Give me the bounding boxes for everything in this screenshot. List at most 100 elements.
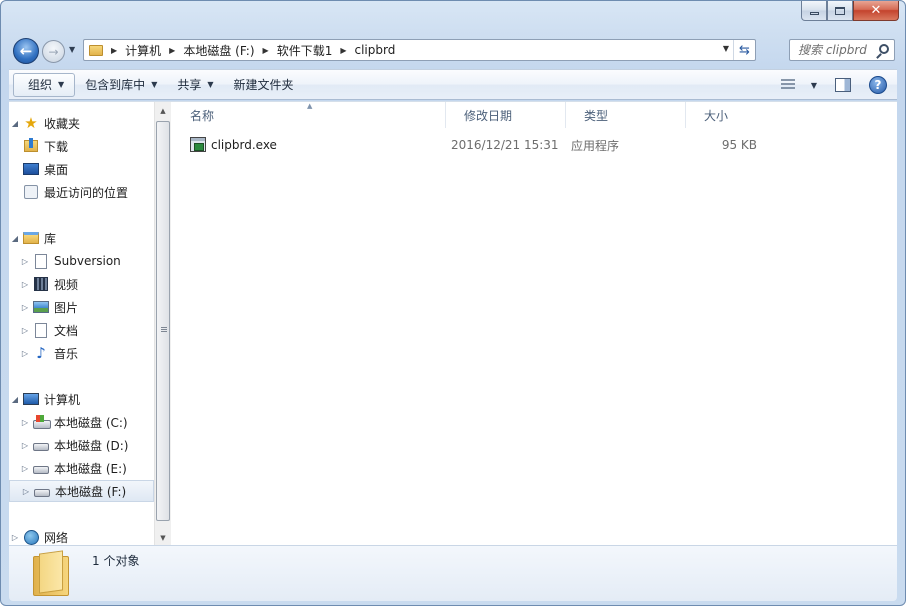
organize-button[interactable]: 组织 ▼: [13, 72, 76, 97]
expanded-triangle-icon[interactable]: ◢: [9, 234, 21, 243]
collapsed-triangle-icon[interactable]: ▷: [19, 280, 31, 289]
video-icon: [34, 277, 48, 291]
nav-drive-f[interactable]: ▷ 本地磁盘 (F:): [9, 480, 154, 502]
collapsed-triangle-icon[interactable]: ▷: [19, 303, 31, 312]
details-pane: 1 个对象: [9, 545, 897, 601]
command-bar: 组织 ▼ 包含到库中 ▼ 共享 ▼ 新建文件夹 ▼ ?: [9, 69, 897, 100]
application-icon: [190, 137, 206, 152]
view-details-icon[interactable]: [780, 79, 795, 91]
nav-desktop[interactable]: 桌面: [9, 158, 154, 180]
arrow-left-icon: ←: [19, 42, 33, 60]
expanded-triangle-icon[interactable]: ◢: [9, 395, 21, 404]
back-button[interactable]: ←: [13, 38, 39, 64]
recent-places-icon: [24, 185, 38, 199]
breadcrumb-computer[interactable]: 计算机: [125, 42, 161, 59]
nav-label: 本地磁盘 (F:): [55, 484, 127, 499]
hard-drive-icon: [33, 443, 49, 451]
arrow-right-icon: →: [48, 44, 59, 59]
search-box[interactable]: [789, 39, 895, 61]
collapsed-triangle-icon[interactable]: ▷: [19, 441, 31, 450]
nav-documents[interactable]: ▷ 文档: [9, 319, 154, 341]
file-row[interactable]: clipbrd.exe 2016/12/21 15:31 应用程序 95 KB: [172, 134, 762, 156]
navigation-bar: ← → ▼ ▶ 计算机 ▶ 本地磁盘 (F:) ▶ 软件下载1 ▶ clipbr…: [9, 35, 897, 67]
address-dropdown-icon[interactable]: ▼: [723, 44, 729, 53]
chevron-down-icon: ▼: [207, 80, 214, 89]
nav-computer[interactable]: ◢ 计算机: [9, 388, 154, 410]
nav-label: 视频: [54, 277, 79, 292]
breadcrumb-chevron-icon[interactable]: ▶: [263, 46, 269, 55]
nav-pictures[interactable]: ▷ 图片: [9, 296, 154, 318]
nav-drive-c[interactable]: ▷ 本地磁盘 (C:): [9, 411, 154, 433]
breadcrumb-drive-f[interactable]: 本地磁盘 (F:): [183, 42, 254, 59]
breadcrumb-downloads1[interactable]: 软件下载1: [277, 42, 333, 59]
share-button[interactable]: 共享 ▼: [167, 73, 223, 97]
scrollbar-thumb[interactable]: [156, 121, 170, 521]
maximize-button[interactable]: [827, 1, 853, 21]
minimize-button[interactable]: [801, 1, 827, 21]
refresh-button[interactable]: ⇆: [733, 40, 755, 60]
column-header-size[interactable]: 大小: [686, 102, 766, 128]
breadcrumb-chevron-icon[interactable]: ▶: [340, 46, 346, 55]
address-bar[interactable]: ▶ 计算机 ▶ 本地磁盘 (F:) ▶ 软件下载1 ▶ clipbrd ▼ ⇆: [83, 39, 756, 61]
nav-drive-e[interactable]: ▷ 本地磁盘 (E:): [9, 457, 154, 479]
collapsed-triangle-icon[interactable]: ▷: [19, 257, 31, 266]
breadcrumb-clipbrd[interactable]: clipbrd: [354, 43, 395, 57]
library-icon: [23, 232, 39, 244]
nav-label: 计算机: [44, 392, 81, 407]
document-library-icon: [35, 253, 47, 269]
close-button[interactable]: ✕: [853, 1, 899, 21]
column-label: 名称: [190, 108, 215, 123]
folder-icon: [33, 552, 69, 596]
file-type: 应用程序: [571, 138, 620, 153]
share-label: 共享: [177, 78, 202, 92]
nav-downloads[interactable]: 下载: [9, 135, 154, 157]
view-controls: ▼ ?: [780, 73, 887, 97]
nav-network[interactable]: ▷ 网络: [9, 526, 154, 546]
column-header-type[interactable]: 类型: [566, 102, 686, 128]
nav-recent-places[interactable]: 最近访问的位置: [9, 181, 154, 203]
scroll-up-icon[interactable]: ▲: [155, 102, 171, 119]
maximize-icon: [835, 6, 845, 15]
nav-videos[interactable]: ▷ 视频: [9, 273, 154, 295]
column-header-date[interactable]: 修改日期: [446, 102, 566, 128]
collapsed-triangle-icon[interactable]: ▷: [19, 326, 31, 335]
nav-music[interactable]: ▷ ♪ 音乐: [9, 342, 154, 364]
nav-label: 本地磁盘 (D:): [54, 438, 129, 453]
view-options-dropdown[interactable]: ▼: [811, 81, 817, 90]
collapsed-triangle-icon[interactable]: ▷: [19, 349, 31, 358]
nav-label: 文档: [54, 323, 79, 338]
nav-libraries[interactable]: ◢ 库: [9, 227, 154, 249]
downloads-folder-icon: [24, 138, 38, 152]
search-icon[interactable]: [879, 44, 889, 54]
forward-button[interactable]: →: [42, 40, 65, 63]
column-label: 大小: [704, 108, 729, 123]
navigation-pane-scrollbar[interactable]: ▲ ▼: [154, 102, 171, 546]
collapsed-triangle-icon[interactable]: ▷: [19, 418, 31, 427]
new-folder-label: 新建文件夹: [233, 78, 294, 92]
preview-pane-icon[interactable]: [835, 78, 851, 92]
nav-subversion[interactable]: ▷ Subversion: [9, 250, 154, 272]
scroll-down-icon[interactable]: ▼: [155, 529, 171, 546]
chevron-down-icon: ▼: [151, 80, 158, 89]
breadcrumb-chevron-icon[interactable]: ▶: [169, 46, 175, 55]
desktop-icon: [23, 163, 39, 175]
nav-label: 下载: [44, 139, 69, 154]
nav-drive-d[interactable]: ▷ 本地磁盘 (D:): [9, 434, 154, 456]
collapsed-triangle-icon[interactable]: ▷: [20, 487, 32, 496]
search-input[interactable]: [798, 43, 876, 57]
collapsed-triangle-icon[interactable]: ▷: [9, 533, 21, 542]
collapsed-triangle-icon[interactable]: ▷: [19, 464, 31, 473]
nav-favorites[interactable]: ◢ ★ 收藏夹: [9, 112, 154, 134]
recent-pages-dropdown[interactable]: ▼: [69, 45, 75, 54]
new-folder-button[interactable]: 新建文件夹: [224, 73, 304, 97]
chevron-down-icon: ▼: [58, 80, 65, 89]
column-label: 类型: [584, 108, 609, 123]
help-icon[interactable]: ?: [869, 76, 887, 94]
column-header-name[interactable]: 名称 ▲: [172, 102, 446, 128]
file-list: 名称 ▲ 修改日期 类型 大小 clipbrd.exe 2016/12/21 1…: [172, 102, 897, 546]
hard-drive-icon: [34, 489, 50, 497]
breadcrumb-chevron-icon[interactable]: ▶: [111, 46, 117, 55]
star-icon: ★: [24, 114, 38, 132]
include-in-library-button[interactable]: 包含到库中 ▼: [75, 73, 167, 97]
expanded-triangle-icon[interactable]: ◢: [9, 119, 21, 128]
